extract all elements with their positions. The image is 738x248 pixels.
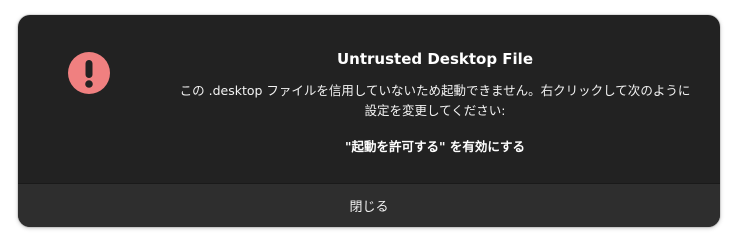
dialog-title: Untrusted Desktop File xyxy=(336,50,533,68)
dialog-instruction: "起動を許可する" を有効にする xyxy=(344,139,525,154)
dialog-body: この .desktop ファイルを信用していないため起動できません。右クリックし… xyxy=(150,81,720,121)
dialog-body-line-1: この .desktop ファイルを信用していないため起動できません。右クリックし… xyxy=(179,83,691,98)
dialog-content: Untrusted Desktop File この .desktop ファイルを… xyxy=(18,15,720,183)
untrusted-desktop-file-dialog: Untrusted Desktop File この .desktop ファイルを… xyxy=(18,15,720,227)
dialog-body-line-2: 設定を変更してください: xyxy=(364,103,506,118)
dialog-text-column: Untrusted Desktop File この .desktop ファイルを… xyxy=(150,15,720,183)
warning-icon-graphic xyxy=(68,52,110,94)
close-button[interactable]: 閉じる xyxy=(18,183,720,227)
close-button-label: 閉じる xyxy=(349,200,389,215)
warning-icon xyxy=(68,52,110,94)
